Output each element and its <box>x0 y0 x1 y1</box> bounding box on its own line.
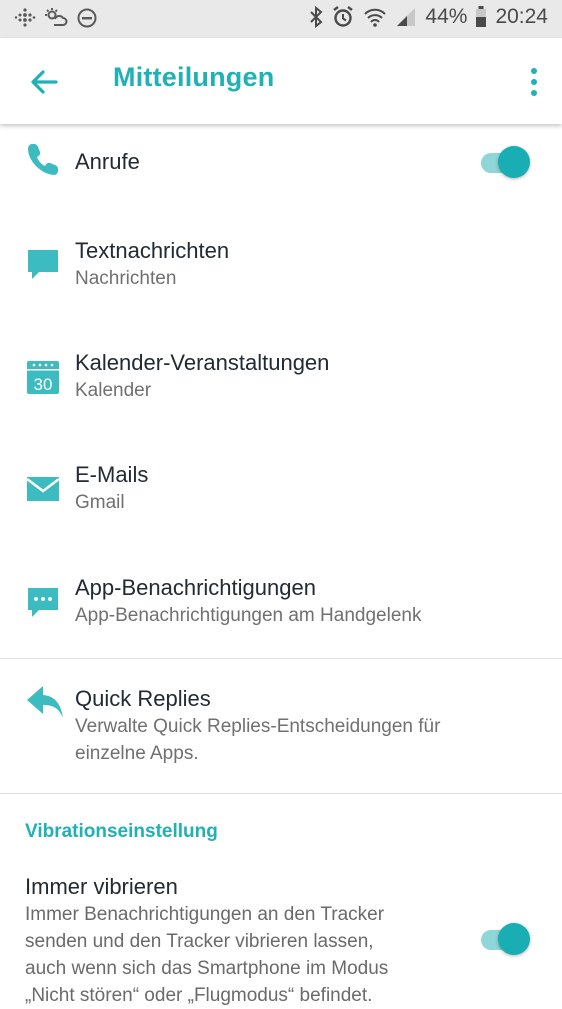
row-subtitle: App-Benachrichtigungen am Handgelenk <box>75 605 422 626</box>
clock: 20:24 <box>495 5 548 28</box>
reply-icon <box>27 686 63 718</box>
list-item-always-vibrate[interactable]: Immer vibrieren Immer Benachrichtigungen… <box>0 860 562 1006</box>
section-title-vibration: Vibrationseinstellung <box>25 821 218 842</box>
row-title: App-Benachrichtigungen <box>75 575 316 600</box>
vibration-desc-line2: senden und den Tracker vibrieren lassen, <box>25 931 374 952</box>
app-bar: Mitteilungen <box>0 38 562 124</box>
list-item-text-messages[interactable]: Textnachrichten Nachrichten <box>0 224 562 320</box>
always-vibrate-toggle[interactable] <box>481 921 533 957</box>
vibration-desc-line4: „Nicht stören“ oder „Flugmodus“ befindet… <box>25 985 373 1006</box>
row-title: Quick Replies <box>75 686 211 711</box>
page-title: Mitteilungen <box>113 62 275 92</box>
more-vert-icon[interactable] <box>526 64 542 100</box>
toggle-thumb <box>498 923 530 955</box>
divider <box>0 658 562 659</box>
message-icon <box>28 250 58 279</box>
app-notification-icon <box>28 588 58 617</box>
list-item-quick-replies[interactable]: Quick Replies Verwalte Quick Replies-Ent… <box>0 672 562 792</box>
list-item-calendar[interactable]: 30 Kalender-Veranstaltungen Kalender <box>0 337 562 433</box>
weather-icon <box>45 8 68 26</box>
battery-percent: 44% <box>425 5 468 28</box>
do-not-disturb-icon <box>77 8 97 28</box>
fitbit-icon <box>14 8 36 27</box>
row-title: Immer vibrieren <box>25 874 178 899</box>
signal-icon <box>397 8 416 26</box>
toggle-thumb <box>498 146 530 178</box>
row-subtitle: Nachrichten <box>75 268 177 289</box>
row-title: Textnachrichten <box>75 238 230 263</box>
row-title: Anrufe <box>75 149 140 174</box>
vibration-desc-line1: Immer Benachrichtigungen an den Tracker <box>25 904 385 925</box>
row-subtitle: Gmail <box>75 492 125 513</box>
list-item-app-notifications[interactable]: App-Benachrichtigungen App-Benachrichtig… <box>0 562 562 658</box>
status-bar: 44% 20:24 <box>0 0 562 38</box>
wifi-icon <box>364 8 387 27</box>
vibration-desc-line3: auch wenn sich das Smartphone im Modus <box>25 958 389 979</box>
calendar-icon: 30 <box>27 361 59 394</box>
bluetooth-icon <box>310 5 323 29</box>
divider <box>0 793 562 794</box>
row-subtitle: Kalender <box>75 380 152 401</box>
row-title: Kalender-Veranstaltungen <box>75 350 330 375</box>
arrow-back-icon[interactable] <box>26 64 62 100</box>
calls-toggle[interactable] <box>481 144 533 180</box>
alarm-icon <box>333 6 354 27</box>
row-subtitle-line1: Verwalte Quick Replies-Entscheidungen fü… <box>75 716 441 737</box>
battery-icon <box>476 6 487 27</box>
phone-icon <box>28 144 58 175</box>
list-item-calls[interactable]: Anrufe <box>0 124 562 204</box>
row-title: E-Mails <box>75 462 149 487</box>
list-item-email[interactable]: E-Mails Gmail <box>0 449 562 545</box>
row-subtitle-line2: einzelne Apps. <box>75 743 199 764</box>
mail-icon <box>26 477 60 501</box>
calendar-day: 30 <box>34 375 53 394</box>
